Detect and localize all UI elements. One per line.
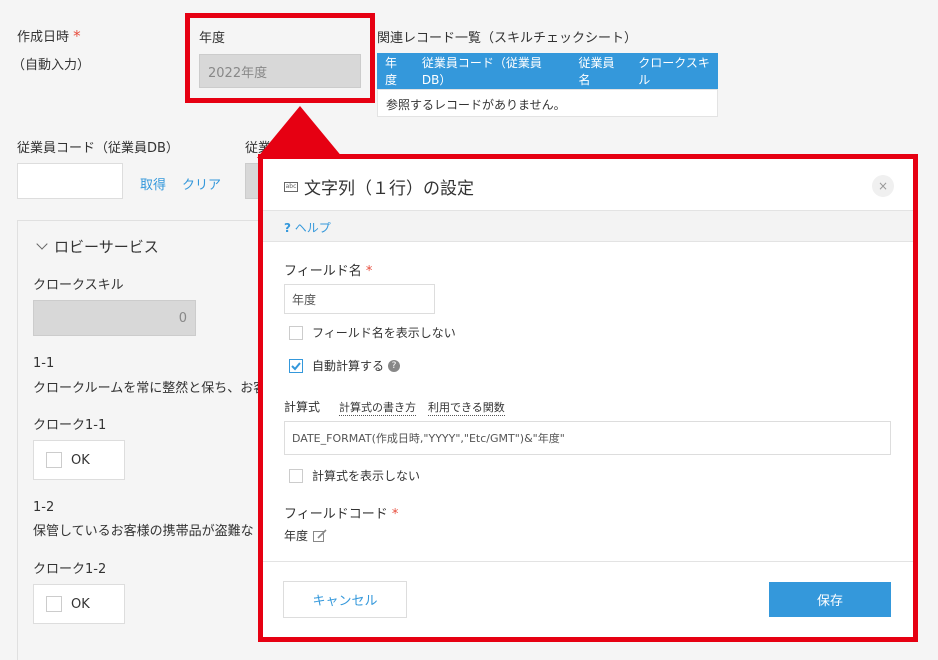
created-label: 作成日時 * bbox=[17, 27, 81, 45]
field-name-label: フィールド名 * bbox=[284, 264, 373, 279]
item1-number: 1-1 bbox=[33, 356, 55, 371]
item2-number: 1-2 bbox=[33, 500, 55, 515]
clock1-ok-option[interactable]: OK bbox=[33, 440, 125, 480]
fetch-link[interactable]: 取得 bbox=[140, 174, 166, 193]
formula-functions-link[interactable]: 利用できる関数 bbox=[428, 399, 505, 416]
formula-input[interactable]: DATE_FORMAT(作成日時,"YYYY","Etc/GMT")&"年度" bbox=[284, 421, 891, 455]
clock1-ok-label: OK bbox=[71, 452, 90, 468]
created-note: （自動入力） bbox=[12, 58, 91, 73]
hide-field-name-option[interactable]: フィールド名を表示しない bbox=[289, 324, 456, 341]
related-col-empcode: 従業員コード（従業員DB） bbox=[421, 56, 542, 87]
field-code-label: フィールドコード * bbox=[284, 507, 399, 522]
save-button[interactable]: 保存 bbox=[769, 582, 891, 617]
dialog-footer-divider bbox=[263, 561, 913, 562]
emp-code-input[interactable] bbox=[17, 163, 123, 199]
auto-calc-checkbox[interactable] bbox=[289, 358, 303, 373]
group-title: ロビーサービス bbox=[54, 238, 159, 256]
emp-code-label: 従業員コード（従業員DB） bbox=[17, 141, 179, 156]
check-icon bbox=[291, 361, 301, 370]
field-name-input[interactable]: 年度 bbox=[284, 284, 435, 314]
cancel-button[interactable]: キャンセル bbox=[283, 581, 407, 618]
year-input[interactable]: 2022年度 bbox=[199, 54, 361, 88]
related-col-clockskill: クロークスキル bbox=[638, 56, 710, 87]
hide-formula-option[interactable]: 計算式を表示しない bbox=[289, 467, 420, 484]
clock-skill-label: クロークスキル bbox=[33, 278, 124, 293]
related-records-empty: 参照するレコードがありません。 bbox=[377, 89, 718, 117]
clear-link[interactable]: クリア bbox=[182, 174, 221, 193]
dialog-title: abc 文字列（１行）の設定 bbox=[284, 179, 474, 199]
clock2-ok-checkbox[interactable] bbox=[46, 596, 62, 612]
clock-skill-input: 0 bbox=[33, 300, 196, 336]
clock2-label: クローク1-2 bbox=[33, 562, 107, 577]
related-col-year: 年度 bbox=[385, 56, 398, 87]
item1-text: クロークルームを常に整然と保ち、お客 bbox=[33, 381, 267, 396]
hide-formula-checkbox[interactable] bbox=[289, 468, 303, 483]
help-icon: ? bbox=[284, 221, 291, 235]
year-label: 年度 bbox=[199, 31, 226, 46]
chevron-down-icon bbox=[36, 238, 48, 250]
edit-icon[interactable] bbox=[312, 528, 328, 544]
auto-calc-option[interactable]: 自動計算する ? bbox=[289, 357, 401, 374]
item2-text: 保管しているお客様の携帯品が盗難な bbox=[33, 524, 254, 539]
formula-label: 計算式 bbox=[284, 400, 321, 414]
required-mark: * bbox=[73, 27, 81, 45]
related-records-title: 関連レコード一覧（スキルチェックシート） bbox=[377, 31, 638, 46]
close-icon[interactable]: × bbox=[872, 175, 894, 197]
help-bar bbox=[263, 210, 913, 242]
related-col-empname: 従業員名 bbox=[578, 56, 615, 87]
related-records-header: 年度 従業員コード（従業員DB） 従業員名 クロークスキル bbox=[377, 53, 718, 89]
help-link[interactable]: ? ヘルプ bbox=[284, 219, 331, 236]
group-toggle[interactable]: ロビーサービス bbox=[36, 236, 159, 257]
question-icon[interactable]: ? bbox=[388, 359, 401, 372]
hide-field-name-checkbox[interactable] bbox=[289, 325, 303, 340]
clock1-ok-checkbox[interactable] bbox=[46, 452, 62, 468]
clock2-ok-option[interactable]: OK bbox=[33, 584, 125, 624]
field-code-value: 年度 bbox=[284, 527, 328, 544]
formula-howto-link[interactable]: 計算式の書き方 bbox=[339, 399, 416, 416]
text-field-icon: abc bbox=[284, 181, 298, 192]
callout-arrow bbox=[257, 106, 343, 158]
clock1-label: クローク1-1 bbox=[33, 418, 107, 433]
clock2-ok-label: OK bbox=[71, 596, 90, 612]
